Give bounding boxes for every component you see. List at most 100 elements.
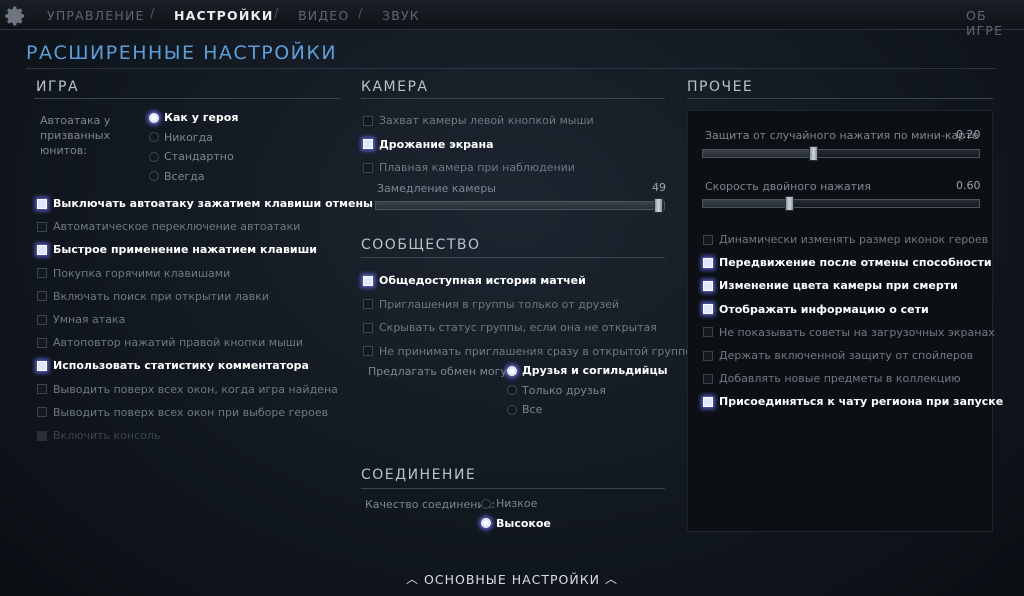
section-title-connection: СОЕДИНЕНИЕ — [361, 467, 477, 483]
game-checkbox-0[interactable]: Выключать автоатаку зажатием клавиши отм… — [37, 197, 373, 210]
checkbox-box[interactable] — [363, 322, 373, 333]
game-checkbox-1[interactable]: Автоматическое переключение автоатаки — [37, 220, 300, 233]
checkbox-box[interactable] — [703, 280, 713, 291]
other-checkbox-4[interactable]: Не показывать советы на загрузочных экра… — [703, 326, 995, 339]
gear-icon[interactable] — [4, 5, 26, 27]
autoattack-radio-1[interactable]: Никогда — [149, 131, 213, 144]
tab-sound[interactable]: ЗВУК — [382, 8, 420, 23]
checkbox-label: Приглашения в группы только от друзей — [379, 297, 620, 311]
other-checkbox-1[interactable]: Передвижение после отмены способности — [703, 256, 992, 269]
checkbox-box[interactable] — [37, 360, 47, 371]
checkbox-box[interactable] — [703, 327, 713, 338]
camera-checkbox-2[interactable]: Плавная камера при наблюдении — [363, 161, 575, 174]
section-divider — [361, 488, 665, 489]
checkbox-box[interactable] — [703, 373, 713, 384]
autoattack-radio-2[interactable]: Стандартно — [149, 150, 234, 163]
tab-settings[interactable]: НАСТРОЙКИ — [174, 8, 274, 23]
checkbox-box[interactable] — [363, 346, 373, 356]
minimap-protection-slider[interactable] — [702, 146, 980, 161]
trade-radio-2[interactable]: Все — [507, 403, 542, 416]
tab-controls[interactable]: УПРАВЛЕНИЕ — [47, 8, 145, 23]
community-checkbox-3[interactable]: Не принимать приглашения сразу в открыто… — [363, 345, 692, 358]
checkbox-box[interactable] — [703, 257, 713, 268]
checkbox-box[interactable] — [703, 304, 713, 315]
quality-radio-0[interactable]: Низкое — [481, 497, 537, 510]
checkbox-box[interactable] — [37, 198, 47, 209]
checkbox-box[interactable] — [703, 234, 713, 245]
checkbox-box[interactable] — [37, 314, 47, 325]
game-checkbox-7[interactable]: Использовать статистику комментатора — [37, 359, 309, 372]
checkbox-box[interactable] — [703, 396, 713, 407]
about-game-link[interactable]: ОБ ИГРЕ — [966, 8, 1024, 38]
camera-slowdown-slider[interactable] — [375, 198, 665, 213]
radio-dot[interactable] — [481, 498, 491, 509]
checkbox-box[interactable] — [363, 162, 373, 173]
other-checkbox-2[interactable]: Изменение цвета камеры при смерти — [703, 279, 958, 292]
trade-radio-0[interactable]: Друзья и согильдийцы — [507, 364, 668, 377]
other-checkbox-0[interactable]: Динамически изменять размер иконок герое… — [703, 233, 988, 246]
game-checkbox-10[interactable]: Включить консоль — [37, 429, 160, 442]
game-checkbox-3[interactable]: Покупка горячими клавишами — [37, 267, 230, 280]
checkbox-box[interactable] — [37, 337, 47, 348]
radio-dot[interactable] — [149, 171, 159, 181]
checkbox-label: Присоединяться к чату региона при запуск… — [719, 395, 1004, 409]
checkbox-box[interactable] — [37, 268, 47, 279]
slider-fill — [703, 150, 814, 157]
checkbox-box[interactable] — [37, 430, 47, 441]
radio-dot[interactable] — [149, 132, 159, 142]
game-checkbox-4[interactable]: Включать поиск при открытии лавки — [37, 290, 269, 303]
checkbox-box[interactable] — [37, 244, 47, 255]
checkbox-box[interactable] — [363, 275, 373, 286]
radio-dot[interactable] — [507, 365, 517, 376]
section-title-community: СООБЩЕСТВО — [361, 237, 481, 253]
autoattack-radio-3[interactable]: Всегда — [149, 170, 205, 183]
basic-settings-toggle[interactable]: ︿ ОСНОВНЫЕ НАСТРОЙКИ ︿ — [0, 570, 1024, 587]
double-click-speed-slider[interactable] — [702, 196, 980, 211]
community-checkbox-2[interactable]: Скрывать статус группы, если она не откр… — [363, 321, 657, 334]
radio-dot[interactable] — [481, 518, 491, 528]
checkbox-label: Включить консоль — [53, 429, 161, 442]
other-checkbox-3[interactable]: Отображать информацию о сети — [703, 303, 929, 316]
game-checkbox-9[interactable]: Выводить поверх всех окон при выборе гер… — [37, 406, 328, 419]
camera-checkbox-1[interactable]: Дрожание экрана — [363, 138, 494, 151]
autoattack-radio-0[interactable]: Как у героя — [149, 111, 238, 124]
radio-label: Стандартно — [164, 150, 234, 163]
radio-label: Всегда — [164, 169, 205, 183]
other-checkbox-5[interactable]: Держать включенной защиту от спойлеров — [703, 349, 973, 362]
checkbox-box[interactable] — [37, 221, 47, 232]
checkbox-label: Дрожание экрана — [379, 137, 494, 151]
other-settings-panel — [687, 110, 993, 532]
slider-thumb[interactable] — [654, 198, 664, 213]
section-divider — [361, 257, 665, 258]
camera-checkbox-0[interactable]: Захват камеры левой кнопкой мыши — [363, 114, 594, 127]
checkbox-box[interactable] — [363, 115, 373, 126]
radio-dot[interactable] — [149, 112, 159, 123]
checkbox-label: Плавная камера при наблюдении — [379, 161, 575, 174]
other-checkbox-6[interactable]: Добавлять новые предметы в коллекцию — [703, 372, 961, 385]
slider-thumb[interactable] — [784, 196, 794, 211]
checkbox-label: Быстрое применение нажатием клавиши — [53, 243, 317, 257]
radio-dot[interactable] — [149, 151, 159, 162]
game-checkbox-2[interactable]: Быстрое применение нажатием клавиши — [37, 243, 317, 256]
radio-dot[interactable] — [507, 385, 517, 395]
checkbox-box[interactable] — [37, 291, 47, 302]
checkbox-label: Включать поиск при открытии лавки — [53, 289, 269, 303]
checkbox-box[interactable] — [37, 384, 47, 395]
other-checkbox-7[interactable]: Присоединяться к чату региона при запуск… — [703, 395, 1003, 408]
checkbox-box[interactable] — [37, 407, 47, 418]
checkbox-box[interactable] — [363, 299, 373, 309]
community-checkbox-1[interactable]: Приглашения в группы только от друзей — [363, 298, 619, 311]
game-checkbox-6[interactable]: Автоповтор нажатий правой кнопки мыши — [37, 336, 303, 349]
checkbox-box[interactable] — [363, 139, 373, 149]
checkbox-box[interactable] — [703, 350, 713, 361]
trade-radio-1[interactable]: Только друзья — [507, 384, 606, 397]
minimap-protection-label: Защита от случайного нажатия по мини-кар… — [705, 129, 979, 142]
quality-radio-1[interactable]: Высокое — [481, 517, 551, 530]
title-divider — [26, 68, 996, 69]
community-checkbox-0[interactable]: Общедоступная история матчей — [363, 274, 586, 287]
game-checkbox-8[interactable]: Выводить поверх всех окон, когда игра на… — [37, 383, 338, 396]
radio-dot[interactable] — [507, 404, 517, 415]
game-checkbox-5[interactable]: Умная атака — [37, 313, 125, 326]
slider-thumb[interactable] — [809, 146, 819, 161]
tab-video[interactable]: ВИДЕО — [298, 8, 349, 23]
